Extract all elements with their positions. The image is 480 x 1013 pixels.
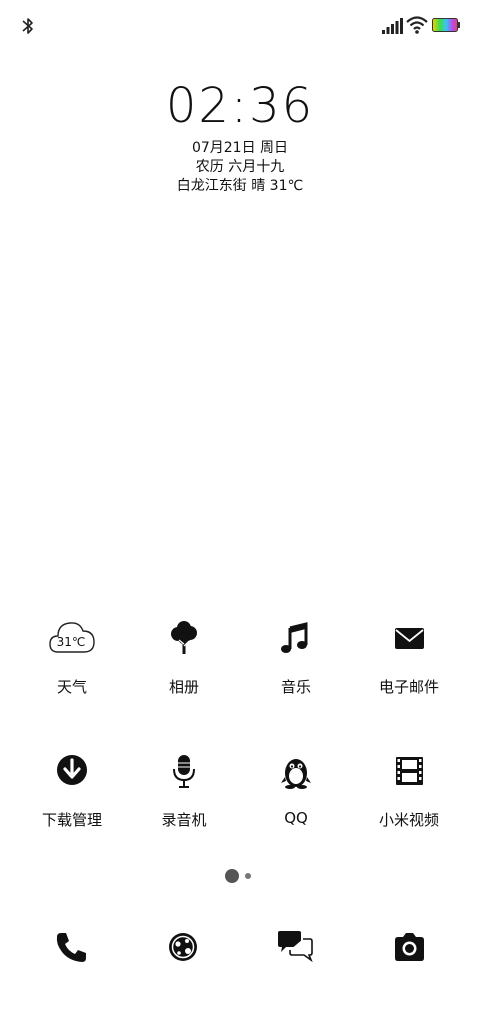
battery-icon xyxy=(432,18,460,32)
download-icon xyxy=(57,755,87,785)
tree-icon xyxy=(171,621,197,654)
envelope-icon xyxy=(395,628,424,649)
app-gallery[interactable]: 相册 xyxy=(124,610,244,710)
app-recorder[interactable]: 录音机 xyxy=(124,745,244,845)
app-music[interactable]: 音乐 xyxy=(236,610,356,710)
app-mi-video[interactable]: 小米视频 xyxy=(349,745,469,845)
microphone-icon xyxy=(173,755,195,788)
page-dot[interactable] xyxy=(245,873,251,879)
signal-icon xyxy=(382,18,403,34)
app-label: 电子邮件 xyxy=(378,678,439,696)
app-qq[interactable]: QQ xyxy=(236,745,356,845)
page-dot-active[interactable] xyxy=(225,869,239,883)
penguin-icon xyxy=(281,759,311,789)
app-downloads[interactable]: 下载管理 xyxy=(12,745,132,845)
date-text: 07月21日 周日 xyxy=(191,140,289,156)
app-label: 音乐 xyxy=(280,678,311,696)
lunar-date-text: 农历 六月十九 xyxy=(195,159,285,175)
app-label: 相册 xyxy=(168,678,199,696)
weather-icon-text: 31℃ xyxy=(57,635,86,649)
weather-cloud-icon: 31℃ xyxy=(49,622,95,653)
weather-text[interactable]: 白龙江东街 晴 31℃ xyxy=(0,175,480,195)
music-note-icon xyxy=(281,622,308,653)
app-label: QQ xyxy=(284,809,308,827)
app-label: 天气 xyxy=(56,678,87,696)
app-weather[interactable]: 31℃ 天气 xyxy=(12,610,132,710)
clock[interactable]: 02:36 xyxy=(0,78,480,134)
app-email[interactable]: 电子邮件 xyxy=(349,610,469,710)
app-label: 小米视频 xyxy=(378,811,439,829)
app-label: 录音机 xyxy=(161,811,207,829)
messages-icon[interactable] xyxy=(275,927,315,967)
app-label: 下载管理 xyxy=(41,811,102,829)
camera-icon[interactable] xyxy=(389,927,429,967)
status-bar xyxy=(0,0,480,50)
bluetooth-icon xyxy=(22,18,33,34)
browser-icon[interactable] xyxy=(163,927,203,967)
wifi-icon xyxy=(406,16,428,34)
phone-icon[interactable] xyxy=(51,927,91,967)
home-screen: 02:36 07月21日 周日 农历 六月十九 白龙江东街 晴 31℃ 31℃ … xyxy=(0,0,480,1013)
film-icon xyxy=(396,757,423,785)
